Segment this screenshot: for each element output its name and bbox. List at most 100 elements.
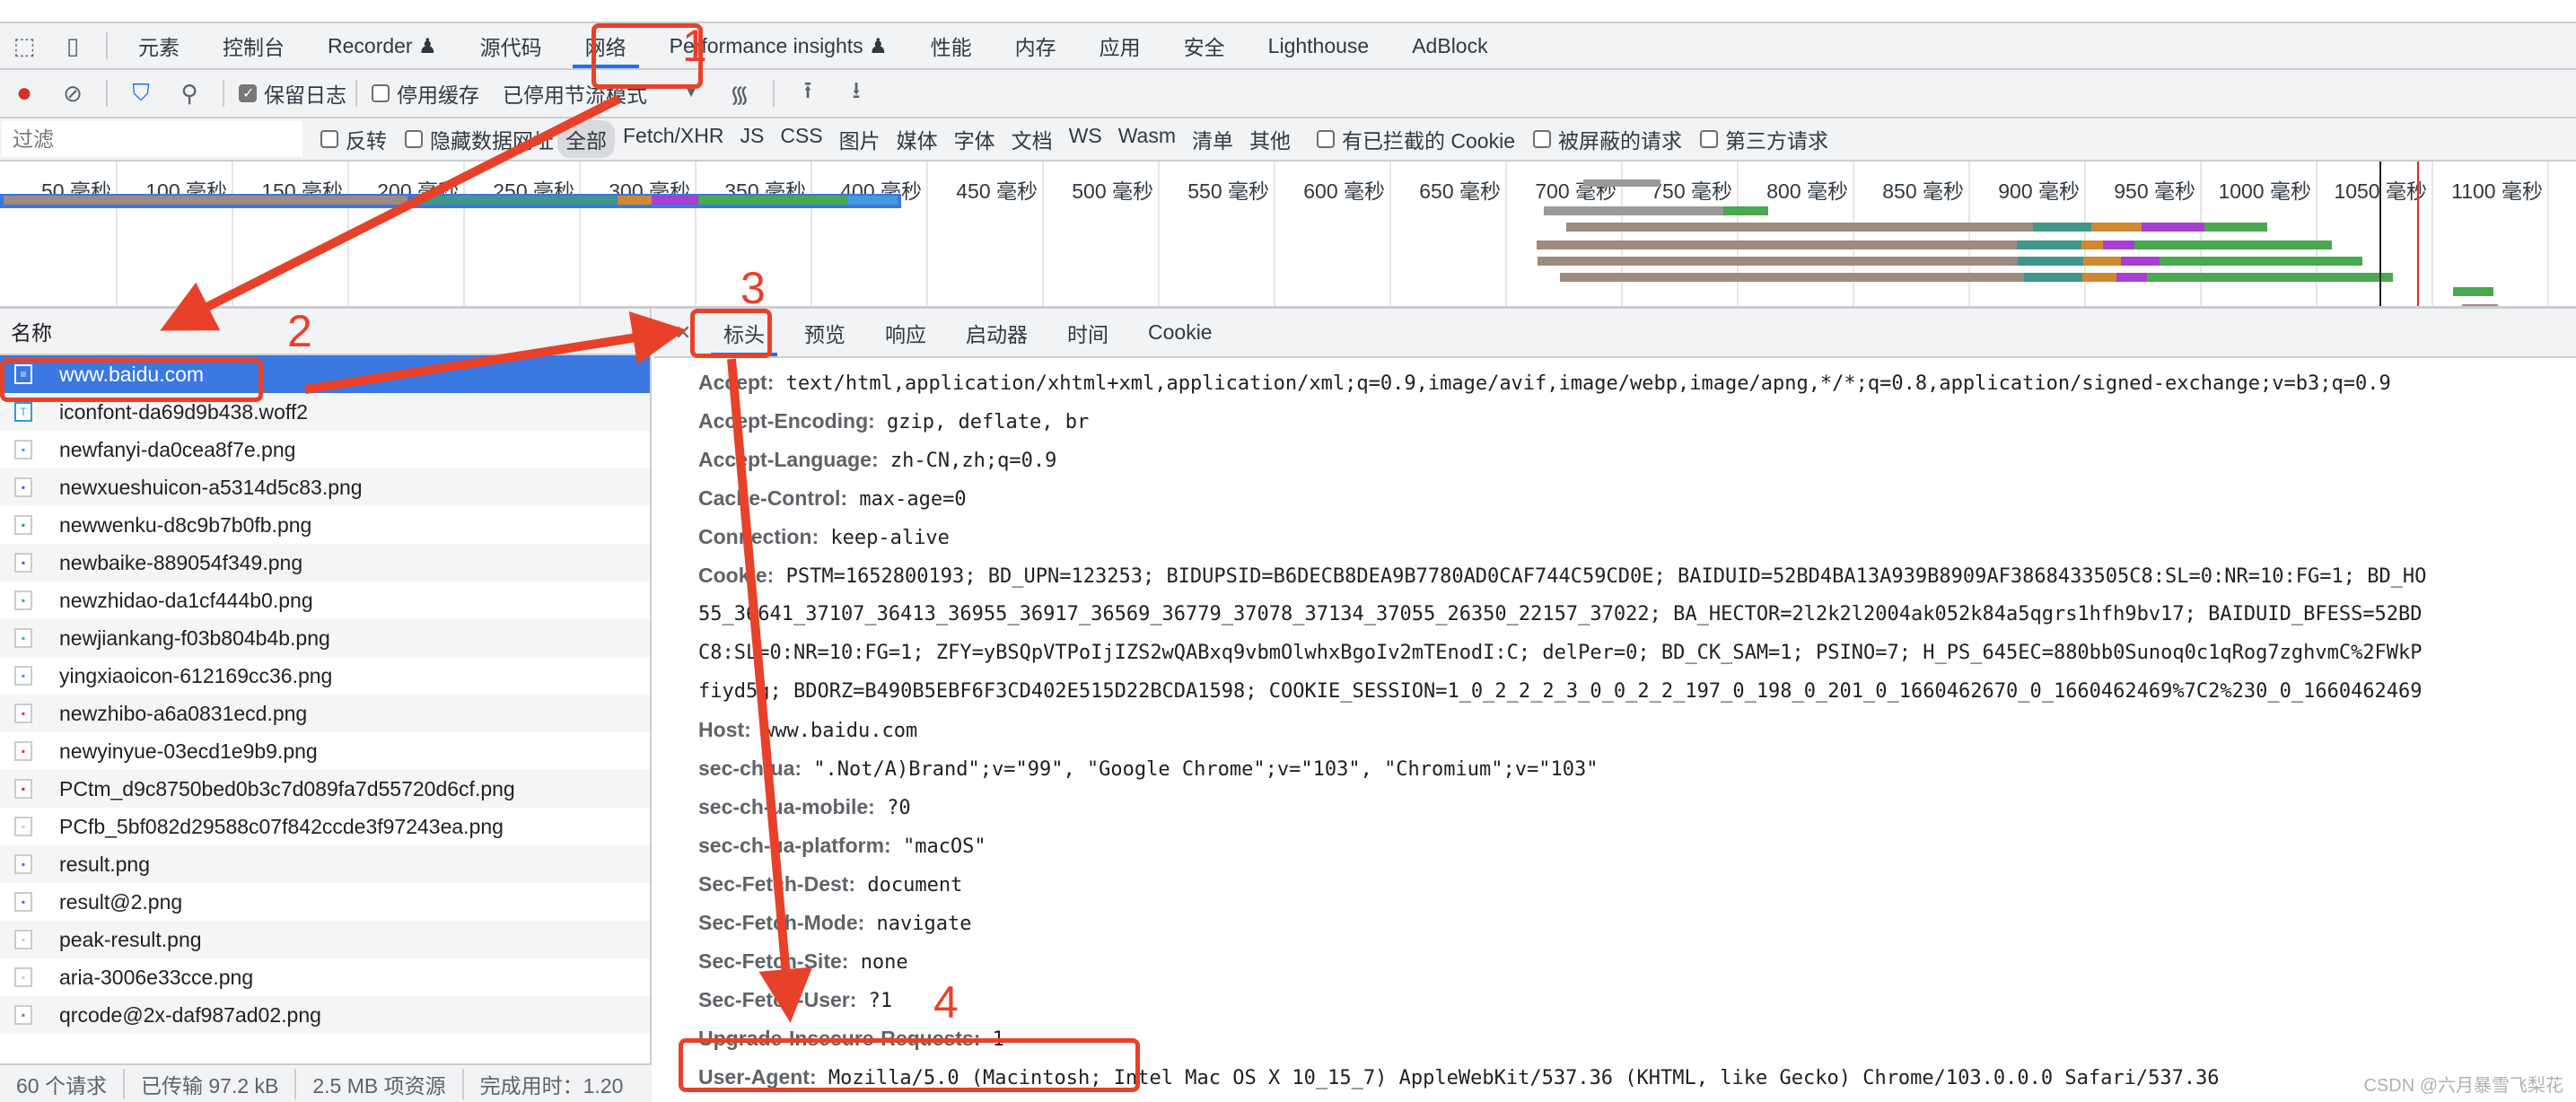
preserve-log-checkbox[interactable] (239, 84, 257, 102)
header-value: www.baidu.com (763, 720, 918, 742)
request-row[interactable]: ▪ PCfb_5bf082d29588c07f842ccde3f97243ea.p… (0, 808, 650, 845)
tab-8[interactable]: 应用 (1078, 23, 1162, 68)
waterfall-bar (2103, 241, 2134, 249)
request-row[interactable]: ≡ www.baidu.com (0, 355, 650, 393)
request-row[interactable]: ▪ peak-result.png (0, 921, 650, 958)
request-row[interactable]: ▪ result.png (0, 845, 650, 883)
waterfall-bar (2116, 273, 2147, 282)
tab-3[interactable]: 源代码 (459, 23, 564, 68)
filter-type-7[interactable]: 文档 (1003, 120, 1061, 158)
device-toolbar-icon[interactable]: ▯ (56, 29, 90, 63)
request-row[interactable]: Ticonfont-da69d9b438.woff2 (0, 393, 650, 431)
request-row[interactable]: ▪ aria-3006e33cce.png (0, 958, 650, 996)
image-file-icon: ▪ (14, 779, 32, 799)
inspect-element-icon[interactable]: ⬚ (7, 29, 41, 63)
timeline-tick-label: 800 毫秒 (1766, 179, 1848, 203)
request-row[interactable]: ▪ qrcode@2x-daf987ad02.png (0, 996, 650, 1034)
request-name: result.png (59, 852, 151, 876)
network-conditions-icon[interactable]: ᯾ (723, 76, 757, 110)
import-har-icon[interactable]: ⭱ (791, 76, 825, 110)
throttling-select[interactable]: 已停用节流模式 (503, 78, 647, 109)
request-name: result@2.png (59, 889, 183, 914)
request-name: newbaike-889054f349.png (59, 550, 303, 574)
header-name: Sec-Fetch-Dest: (698, 872, 856, 896)
tab-9[interactable]: 安全 (1162, 23, 1247, 68)
filter-type-6[interactable]: 字体 (946, 120, 1003, 158)
export-har-icon[interactable]: ⭳ (839, 76, 873, 110)
request-row[interactable]: ▪ newjiankang-f03b804b4b.png (0, 619, 650, 657)
clear-icon[interactable]: ⊘ (56, 76, 90, 110)
request-row[interactable]: ▪ PCtm_d9c8750bed0b3c7d089fa7d55720d6cf.p… (0, 770, 650, 808)
tab-5[interactable]: Performance insights ♟ (648, 23, 909, 68)
waterfall-bar (2081, 241, 2103, 249)
image-file-icon: ▪ (14, 590, 32, 610)
chevron-down-icon[interactable]: ▼ (674, 76, 708, 110)
image-file-icon: ▪ (14, 892, 32, 912)
tab-2[interactable]: Recorder ♟ (306, 23, 459, 68)
filter-type-9[interactable]: Wasm (1110, 120, 1184, 158)
tab-10[interactable]: Lighthouse (1247, 23, 1391, 68)
filter-type-3[interactable]: CSS (772, 120, 830, 158)
detail-tab-4[interactable]: 时间 (1047, 309, 1128, 356)
close-icon[interactable]: ✕ (666, 316, 700, 350)
request-row[interactable]: ▪ newfanyi-da0cea8f7e.png (0, 431, 650, 468)
timeline-overview[interactable]: 50 毫秒 100 毫秒 150 毫秒 200 毫秒 250 毫秒 300 毫秒 350 毫… (0, 162, 2576, 309)
blocked-requests-checkbox[interactable] (1532, 130, 1551, 148)
waterfall-bar (2160, 257, 2362, 266)
request-row[interactable]: ▪ newxueshuicon-a5314d5c83.png (0, 468, 650, 506)
detail-tab-2[interactable]: 响应 (865, 309, 946, 356)
filter-type-5[interactable]: 媒体 (889, 120, 946, 158)
header-name: Cache-Control: (698, 486, 848, 510)
waterfall-bar (1583, 179, 1660, 187)
waterfall-bar (2024, 273, 2082, 282)
request-row[interactable]: ▪ newzhidao-da1cf444b0.png (0, 582, 650, 619)
header-line: Host: www.baidu.com (698, 711, 2576, 749)
tab-1[interactable]: 控制台 (201, 23, 306, 68)
timeline-tick-label: 1000 毫秒 (2218, 179, 2311, 203)
filter-type-10[interactable]: 清单 (1184, 120, 1241, 158)
filter-type-11[interactable]: 其他 (1241, 120, 1299, 158)
divider (223, 80, 224, 107)
record-icon[interactable]: ● (7, 76, 41, 110)
header-line: fiyd5g; BDORZ=B490B5EBF6F3CD402E515D22BC… (698, 672, 2576, 711)
header-line: Sec-Fetch-Site: none (698, 942, 2576, 981)
filter-type-0[interactable]: 全部 (557, 120, 615, 158)
waterfall-bar (1560, 273, 2024, 282)
header-name: Sec-Fetch-Mode: (698, 911, 865, 934)
filter-type-8[interactable]: WS (1061, 120, 1110, 158)
request-row[interactable]: ▪ newyinyue-03ecd1e9b9.png (0, 732, 650, 770)
detail-tab-0[interactable]: 标头 (704, 309, 784, 356)
hide-data-urls-checkbox[interactable] (405, 130, 423, 148)
detail-tab-5[interactable]: Cookie (1128, 309, 1232, 356)
filter-icon[interactable]: ⛉ (124, 76, 158, 110)
name-column-header[interactable]: 名称 (0, 309, 650, 355)
request-row[interactable]: ▪ result@2.png (0, 883, 650, 921)
tab-7[interactable]: 内存 (994, 23, 1078, 68)
filter-type-1[interactable]: Fetch/XHR (615, 120, 732, 158)
header-value: 1 (992, 1028, 1004, 1051)
tab-11[interactable]: AdBlock (1390, 23, 1509, 68)
search-icon[interactable]: ⚲ (172, 76, 206, 110)
filter-type-2[interactable]: JS (732, 120, 772, 158)
tab-0[interactable]: 元素 (117, 23, 201, 68)
request-row[interactable]: ▪ newbaike-889054f349.png (0, 544, 650, 582)
tab-6[interactable]: 性能 (909, 23, 994, 68)
detail-tab-3[interactable]: 启动器 (946, 309, 1047, 356)
request-row[interactable]: ▪ newwenku-d8c9b7b0fb.png (0, 506, 650, 544)
request-name: newfanyi-da0cea8f7e.png (59, 437, 296, 461)
invert-checkbox[interactable] (320, 130, 338, 148)
request-name: PCtm_d9c8750bed0b3c7d089fa7d55720d6cf.pn… (59, 776, 515, 800)
filter-type-4[interactable]: 图片 (831, 120, 889, 158)
third-party-checkbox[interactable] (1699, 130, 1718, 148)
timeline-tick-label: 850 毫秒 (1882, 179, 1964, 203)
request-list: 名称 ≡ www.baidu.com Ticonfont-da69d9b438.wo… (0, 309, 652, 1063)
tab-4[interactable]: 网络 (564, 23, 648, 68)
filter-input[interactable] (2, 121, 302, 157)
disable-cache-checkbox[interactable] (372, 84, 390, 102)
blocked-cookies-checkbox[interactable] (1317, 130, 1335, 148)
detail-tab-1[interactable]: 预览 (784, 309, 865, 356)
image-file-icon: ▪ (14, 553, 32, 573)
header-value: gzip, deflate, br (887, 411, 1090, 433)
request-row[interactable]: ▪ yingxiaoicon-612169cc36.png (0, 657, 650, 695)
request-row[interactable]: ▪ newzhibo-a6a0831ecd.png (0, 695, 650, 732)
